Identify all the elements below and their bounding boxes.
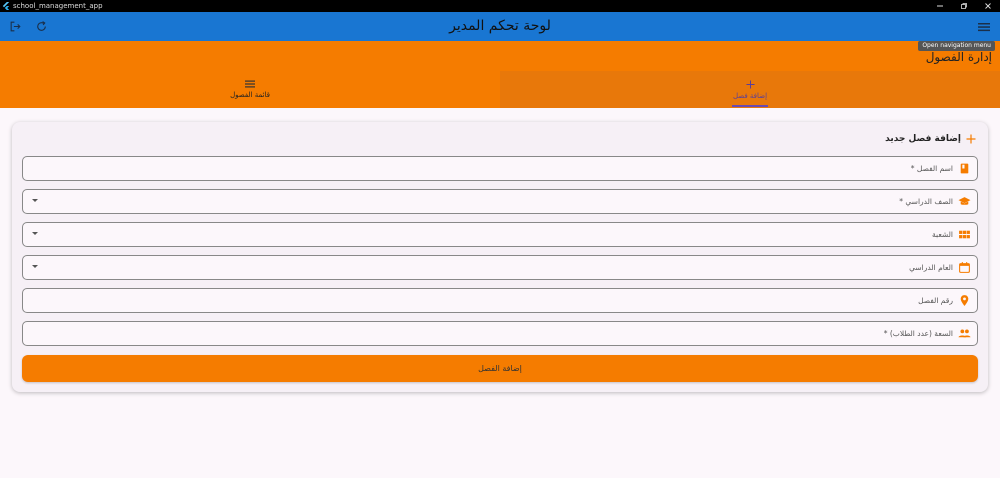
section-select[interactable]: الشعبة [22,222,978,247]
school-icon [958,197,971,205]
field-label: العام الدراسي [909,263,953,272]
field-label: رقم الفصل [918,296,953,305]
close-icon [985,3,991,9]
location-pin-icon [960,295,969,306]
class-number-field[interactable]: رقم الفصل [22,288,978,313]
maximize-button[interactable] [952,0,976,12]
app-bar: لوحة تحكم المدير [0,12,1000,41]
tab-label: إضافة فصل [732,91,768,100]
capacity-field[interactable]: السعة (عدد الطلاب) * [22,321,978,346]
minimize-button[interactable] [928,0,952,12]
dropdown-arrow-icon [32,199,38,202]
list-icon [245,80,255,88]
add-icon [745,79,755,89]
field-label: اسم الفصل * [910,164,953,173]
tab-label: قائمة الفصول [230,91,270,99]
academic-year-select[interactable]: العام الدراسي [22,255,978,280]
dropdown-arrow-icon [32,265,38,268]
hamburger-menu-icon [978,22,990,31]
window-title: school_management_app [13,2,103,10]
add-class-form-card: إضافة فصل جديد اسم الفصل * الصف الدراسي … [12,122,988,392]
add-class-button[interactable]: إضافة الفصل [22,355,978,382]
class-name-field[interactable]: اسم الفصل * [22,156,978,181]
navigation-menu-button[interactable] [970,12,998,41]
minimize-icon [937,5,943,7]
app-title: لوحة تحكم المدير [449,18,551,34]
tab-add-class[interactable]: إضافة فصل [500,71,1000,108]
field-label: الشعبة [932,230,953,239]
add-icon [966,134,976,144]
window-controls [928,0,1000,12]
book-icon [960,163,969,174]
flutter-icon [2,2,10,10]
section-title: إدارة الفصول [925,50,992,64]
form-title: إضافة فصل جديد [885,134,961,144]
calendar-icon [959,262,970,273]
field-label: السعة (عدد الطلاب) * [883,329,953,338]
form-header: إضافة فصل جديد [885,134,976,144]
dropdown-arrow-icon [32,232,38,235]
tab-class-list[interactable]: قائمة الفصول [0,71,500,108]
people-icon [958,329,971,338]
section-header: إدارة الفصول قائمة الفصول إضافة فصل [0,41,1000,108]
tab-indicator [732,105,768,107]
navigation-menu-tooltip: Open navigation menu [918,41,995,51]
field-label: الصف الدراسي * [899,197,953,206]
window-titlebar: school_management_app [0,0,1000,12]
tab-bar: قائمة الفصول إضافة فصل [0,71,1000,108]
close-window-button[interactable] [976,0,1000,12]
grid-icon [959,230,970,239]
grade-select[interactable]: الصف الدراسي * [22,189,978,214]
restore-icon [961,3,967,9]
